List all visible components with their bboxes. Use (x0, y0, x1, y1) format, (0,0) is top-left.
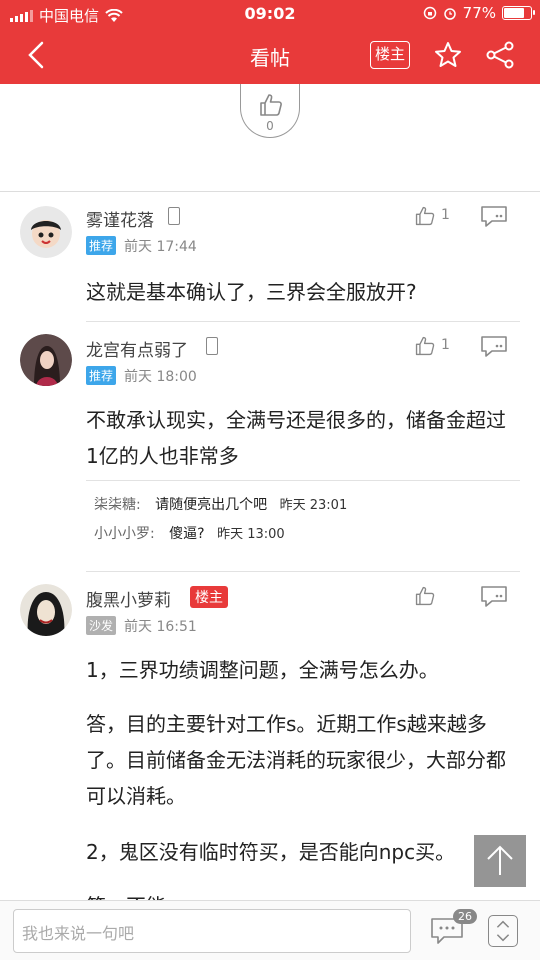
reply-author: 柒柒糖: (94, 497, 141, 513)
comment-time: 前天 18:00 (124, 369, 197, 385)
op-badge: 楼主 (190, 586, 228, 608)
post-like-count: 0 (266, 119, 274, 133)
comment-text: 不敢承认现实，全满号还是很多的，储备金超过1亿的人也非常多 (86, 408, 506, 468)
comment-count-badge: 26 (453, 909, 477, 924)
reply-item[interactable]: 柒柒糖: 请随便亮出几个吧 昨天 23:01 (94, 494, 347, 514)
comment-paragraph: 1，三界功绩调整问题，全满号怎么办。 (86, 658, 439, 682)
reply-icon[interactable] (480, 585, 508, 607)
thumbs-up-icon (260, 94, 282, 116)
comment-time: 前天 17:44 (124, 239, 197, 255)
avatar[interactable] (20, 206, 72, 258)
battery-icon (502, 6, 535, 20)
share-icon[interactable] (485, 40, 515, 70)
phone-icon (168, 207, 180, 225)
username[interactable]: 腹黑小萝莉 (86, 586, 171, 611)
like-count: 1 (441, 337, 450, 353)
floor-nav-icon[interactable] (488, 915, 518, 947)
thumbs-up-icon[interactable] (414, 335, 436, 357)
username[interactable]: 雾谨花落 (86, 206, 154, 231)
comment-item: 雾谨花落 推荐 前天 17:44 1 这就是基本确认了，三界会全服放开? (0, 192, 540, 322)
reply-time: 昨天 13:00 (217, 527, 285, 542)
comment-item: 龙宫有点弱了 推荐 前天 18:00 1 不敢承认现实，全满号还是很多的，储备金… (0, 322, 540, 572)
scroll-top-button[interactable] (474, 835, 526, 887)
comment-paragraph: 答，目的主要针对工作s。近期工作s越来越多了。目前储备金无法消耗的玩家很少，大部… (86, 712, 506, 808)
arrow-up-icon (487, 845, 513, 875)
recommend-badge: 推荐 (86, 366, 117, 385)
reply-icon[interactable] (480, 205, 508, 227)
thumbs-up-icon[interactable] (414, 585, 436, 607)
comment-input[interactable]: 我也来说一句吧 (13, 909, 411, 953)
comment-paragraph: 2，鬼区没有临时符买，是否能向npc买。 (86, 840, 456, 864)
recommend-badge: 推荐 (86, 236, 117, 255)
reply-text: 请随便亮出几个吧 (155, 497, 268, 513)
only-op-button[interactable]: 楼主 (370, 41, 410, 69)
reply-author: 小小小罗: (94, 526, 155, 542)
divider (86, 480, 520, 481)
reply-time: 昨天 23:01 (279, 498, 348, 513)
comment-item: 腹黑小萝莉 楼主 沙发 前天 16:51 1，三界功绩调整问题，全满号怎么办。 … (0, 572, 540, 900)
comment-text: 这就是基本确认了，三界会全服放开? (86, 280, 417, 304)
bottom-bar: 我也来说一句吧 26 (0, 900, 540, 960)
sofa-badge: 沙发 (86, 616, 117, 635)
post-like-button[interactable]: 0 (240, 84, 300, 138)
nav-bar: 看帖 楼主 (0, 28, 540, 84)
avatar[interactable] (20, 334, 72, 386)
avatar[interactable] (20, 584, 72, 636)
comment-paragraph: 答，不能。 (86, 888, 518, 900)
battery-percent: 77% (462, 4, 496, 22)
like-count: 1 (441, 207, 450, 223)
status-bar: 中国电信 09:02 77% (0, 0, 540, 28)
reply-item[interactable]: 小小小罗: 傻逼? 昨天 13:00 (94, 523, 285, 543)
reply-text: 傻逼? (169, 526, 205, 542)
username[interactable]: 龙宫有点弱了 (86, 336, 188, 361)
star-icon[interactable] (433, 40, 463, 70)
reply-icon[interactable] (480, 335, 508, 357)
comment-time: 前天 16:51 (124, 619, 197, 635)
thumbs-up-icon[interactable] (414, 205, 436, 227)
alarm-icon (443, 8, 456, 20)
phone-icon (206, 337, 218, 355)
lock-rotation-icon (423, 6, 436, 20)
